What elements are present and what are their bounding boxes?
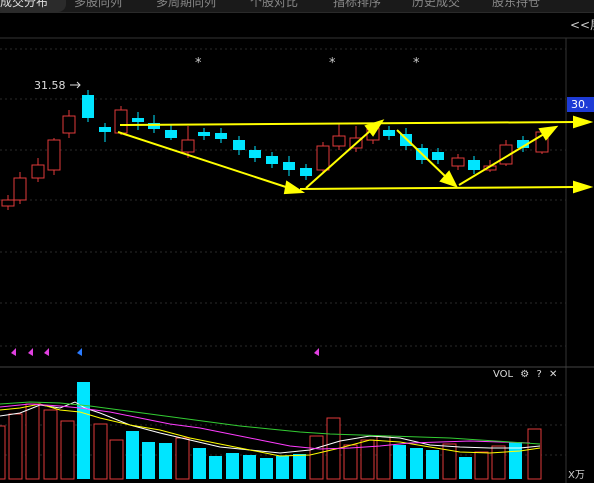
volume-bar — [93, 423, 108, 480]
volume-bar — [159, 443, 172, 479]
volume-bar — [126, 431, 139, 479]
candle-body — [1, 199, 15, 207]
volume-bar — [226, 453, 239, 479]
volume-bar — [260, 458, 273, 479]
candle-body — [82, 95, 94, 118]
current-price-badge: 30. — [567, 97, 594, 112]
volume-bar — [193, 448, 206, 479]
signal-marker — [11, 348, 16, 356]
candle-body — [300, 168, 312, 176]
volume-bar — [175, 437, 190, 480]
volume-toolbar: VOL ⚙ ? ✕ — [493, 368, 561, 382]
volume-bar — [527, 428, 542, 480]
candle-body — [316, 145, 330, 171]
volume-bar — [43, 409, 58, 480]
price-high-arrow — [70, 81, 81, 89]
volume-bar — [0, 425, 6, 480]
volume-bar — [491, 445, 506, 480]
candle-body — [181, 139, 195, 153]
close-icon[interactable]: ✕ — [549, 368, 557, 382]
tab-shareholders[interactable]: 股东持仓 — [492, 0, 556, 12]
candle-body — [114, 109, 128, 134]
volume-bar — [459, 457, 472, 479]
signal-marker — [44, 348, 49, 356]
volume-bar — [142, 442, 155, 479]
volume-bar — [410, 448, 423, 479]
event-marker-2[interactable]: * — [329, 56, 336, 71]
candle-body — [13, 177, 27, 201]
candle-body — [165, 130, 177, 138]
tab-bar: 成交分布 多股同列 多周期同列 个股对比 指标排序 历史成交 股东持仓 — [0, 0, 594, 13]
volume-bar — [25, 403, 40, 480]
candle-body — [99, 127, 111, 132]
kline-chart[interactable]: * * * 31.58 — [0, 0, 594, 483]
candle-body — [198, 132, 210, 136]
signal-marker — [314, 348, 319, 356]
volume-bar — [109, 439, 124, 480]
trendlines — [117, 115, 594, 195]
tab-history-trades[interactable]: 历史成交 — [412, 0, 476, 12]
volume-bar — [309, 435, 324, 480]
tab-multi-period[interactable]: 多周期同列 — [156, 0, 232, 12]
volume-bar — [276, 456, 289, 479]
event-marker-1[interactable]: * — [195, 56, 202, 71]
gear-icon[interactable]: ⚙ — [520, 368, 529, 382]
volume-bar — [209, 456, 222, 479]
candle-body — [332, 135, 346, 147]
candle-body — [31, 164, 45, 179]
candle-body — [432, 152, 444, 160]
candle-body — [62, 115, 76, 134]
volume-bar — [60, 420, 75, 480]
tab-indicator-sort[interactable]: 指标排序 — [333, 0, 397, 12]
help-icon[interactable]: ? — [536, 368, 541, 382]
candle-body — [383, 130, 395, 136]
signal-markers — [11, 348, 319, 356]
volume-bars — [0, 382, 542, 480]
candle-body — [249, 150, 261, 158]
candle-body — [47, 139, 61, 171]
volume-bar — [426, 450, 439, 479]
signal-marker — [28, 348, 33, 356]
price-high-label: 31.58 — [34, 79, 66, 92]
signal-marker — [77, 348, 82, 356]
candle-body — [132, 118, 144, 122]
candle-body — [451, 157, 465, 167]
candle-body — [468, 160, 480, 170]
volume-bar — [293, 454, 306, 479]
volume-unit-label: X万 — [568, 470, 585, 481]
candle-body — [233, 140, 245, 150]
tab-stock-compare[interactable]: 个股对比 — [250, 0, 314, 12]
volume-bar — [77, 382, 90, 479]
candle-body — [283, 162, 295, 170]
tab-volume-distribution[interactable]: 成交分布 — [0, 0, 66, 12]
volume-bar — [474, 451, 489, 480]
tab-multi-stock[interactable]: 多股同列 — [74, 0, 134, 12]
volume-bar — [360, 439, 375, 480]
event-marker-3[interactable]: * — [413, 56, 420, 71]
candle-body — [215, 133, 227, 139]
volume-bar — [8, 413, 23, 480]
candle-body — [266, 156, 278, 164]
volume-title[interactable]: VOL — [493, 368, 513, 382]
expand-button[interactable]: <<展 — [570, 16, 594, 34]
volume-bar — [243, 455, 256, 479]
price-grid — [0, 48, 566, 347]
volume-bar — [343, 444, 358, 480]
volume-bar — [393, 445, 406, 479]
volume-bar — [376, 435, 391, 480]
